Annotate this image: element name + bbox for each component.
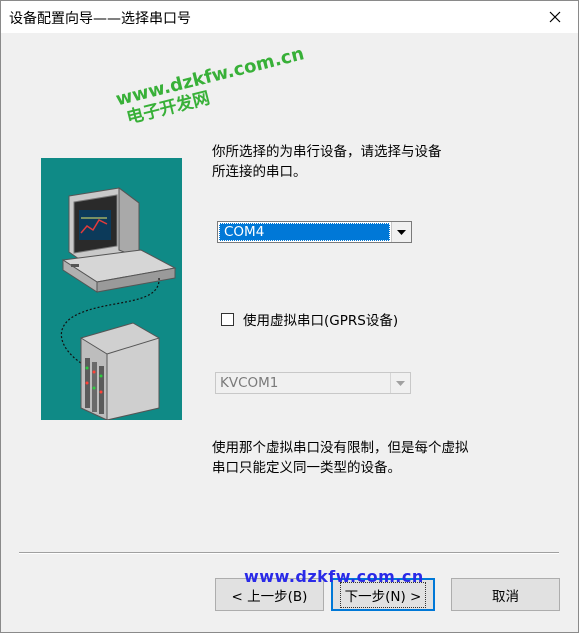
- virtual-port-note: 使用那个虚拟串口没有限制，但是每个虚拟 串口只能定义同一类型的设备。: [212, 438, 512, 478]
- description-line: 所连接的串口。: [212, 164, 307, 180]
- computer-icon: [61, 187, 177, 293]
- virtual-port-select-value: KVCOM1: [220, 375, 279, 391]
- virtual-port-select: KVCOM1: [215, 372, 411, 394]
- back-button-label: < 上一步(B): [231, 588, 308, 605]
- port-select-dropdown-button[interactable]: [391, 222, 411, 242]
- close-button[interactable]: [532, 1, 578, 33]
- watermark-overlay: www.dzkfw.com.cn 电子开发网: [114, 43, 311, 130]
- note-line: 串口只能定义同一类型的设备。: [212, 460, 401, 476]
- cancel-button-label: 取消: [492, 588, 519, 605]
- port-description: 你所选择的为串行设备，请选择与设备 所连接的串口。: [212, 142, 492, 182]
- virtual-port-checkbox[interactable]: [221, 312, 234, 326]
- port-select-value: COM4: [219, 223, 390, 241]
- cancel-button[interactable]: 取消: [451, 578, 560, 611]
- virtual-port-dropdown-button: [390, 373, 410, 393]
- controller-icon: [80, 322, 160, 421]
- footer-watermark: www.dzkfw.com.cn: [244, 567, 424, 586]
- window-title: 设备配置向导——选择串口号: [9, 11, 191, 27]
- description-line: 你所选择的为串行设备，请选择与设备: [212, 144, 442, 160]
- virtual-port-checkbox-label: 使用虚拟串口(GPRS设备): [243, 313, 399, 329]
- footer-divider: [19, 552, 559, 554]
- title-bar: 设备配置向导——选择串口号: [1, 1, 578, 33]
- virtual-port-option[interactable]: 使用虚拟串口(GPRS设备): [221, 309, 398, 329]
- chevron-down-icon: [397, 229, 406, 235]
- note-line: 使用那个虚拟串口没有限制，但是每个虚拟: [212, 440, 469, 456]
- chevron-down-icon: [396, 380, 405, 386]
- device-illustration: [41, 158, 182, 421]
- port-select[interactable]: COM4: [217, 221, 412, 243]
- wizard-window: 设备配置向导——选择串口号 www.dzkfw.com.cn 电子开发网 你所选…: [0, 0, 579, 633]
- close-icon: [549, 11, 561, 23]
